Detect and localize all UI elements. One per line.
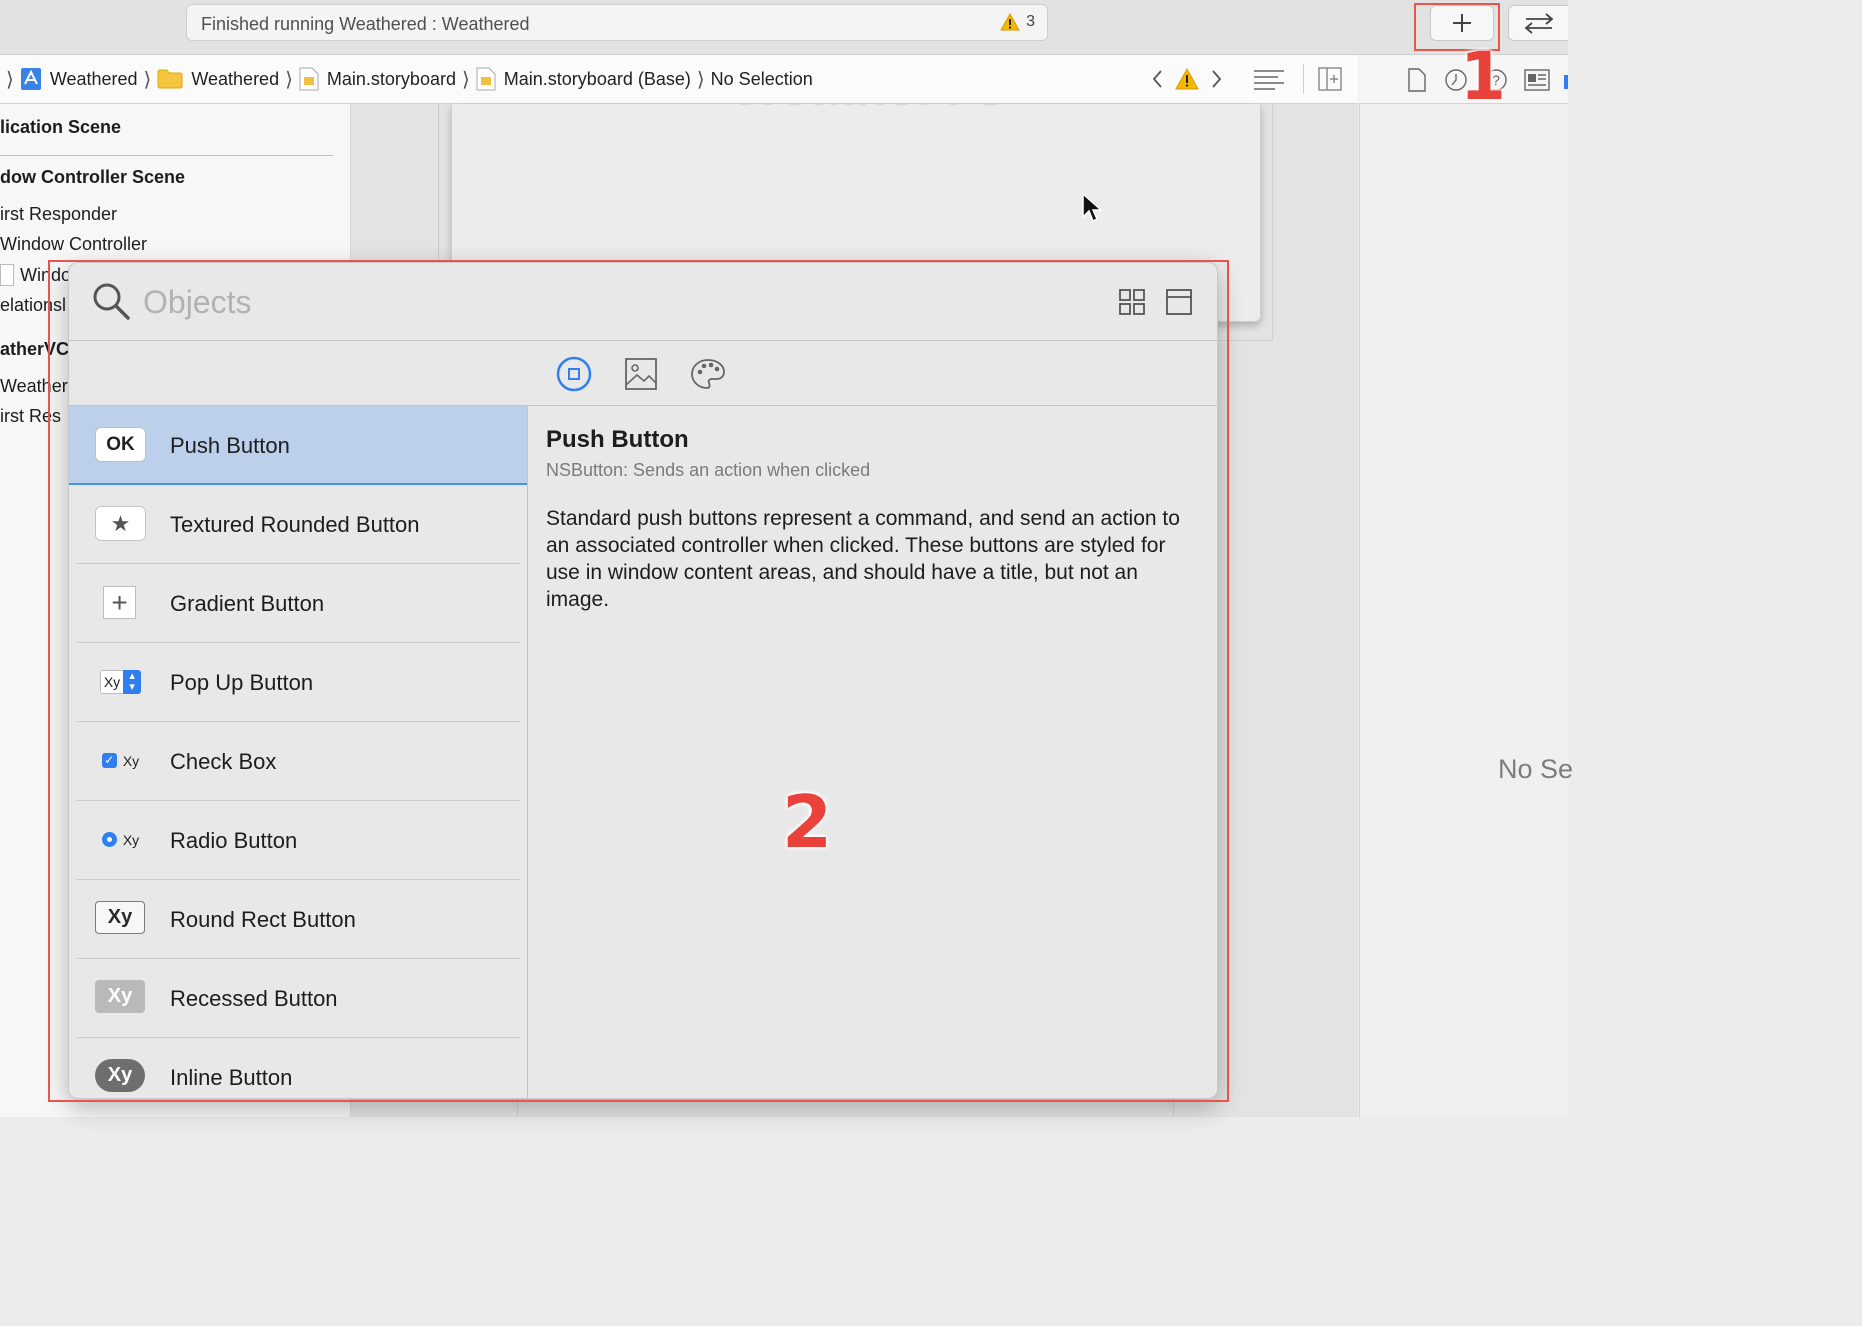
attributes-inspector-edge[interactable] [1564,75,1568,89]
outline-divider [0,155,333,156]
chevron-left-icon[interactable] [1149,68,1167,90]
breadcrumb-storyboard-base[interactable]: Main.storyboard (Base) [476,67,691,91]
jumpbar-controls [1149,55,1358,103]
breadcrumb-separator: ⟩ [461,68,470,91]
divider [1303,64,1304,94]
chevron-right-icon[interactable] [1207,68,1225,90]
annotation-label-1: 1 [1460,38,1506,115]
storyboard-file-icon [299,67,319,91]
breadcrumb-project[interactable]: Weathered [20,67,138,91]
breadcrumb-label: Weathered [49,68,138,89]
window-icon [0,264,14,286]
breadcrumb-label: Main.storyboard (Base) [503,68,691,89]
outline-application-scene[interactable]: lication Scene [0,117,121,138]
outline-window-controller[interactable]: Window Controller [0,234,147,255]
project-icon [20,68,41,90]
folder-icon [157,69,183,89]
no-selection-text: No Se [1498,754,1574,784]
jump-bar: ⟩ Weathered ⟩ Weathered ⟩ Main.storyboar… [0,55,1358,104]
annotation-label-2: 2 [782,780,833,864]
editor-options-icon[interactable] [1253,68,1285,90]
activity-status-text: Finished running Weathered : Weathered [201,14,530,34]
breadcrumb-separator: ⟩ [285,68,293,91]
scene-title: WeatherVC [732,104,1008,118]
breadcrumb-separator: ⟩ [6,68,14,91]
file-inspector-icon[interactable] [1407,68,1427,92]
mouse-cursor-icon [1082,193,1102,223]
breadcrumb: ⟩ Weathered ⟩ Weathered ⟩ Main.storyboar… [0,55,813,103]
breadcrumb-selection[interactable]: No Selection [711,69,813,90]
toolbar: Finished running Weathered : Weathered 3 [0,0,1568,55]
warning-indicator[interactable]: 3 [1000,13,1035,31]
warning-icon[interactable] [1175,68,1199,90]
breadcrumb-separator: ⟩ [696,68,705,91]
swap-editor-button[interactable] [1508,5,1568,41]
swap-arrows-icon [1524,13,1553,34]
breadcrumb-storyboard[interactable]: Main.storyboard [299,67,456,91]
add-editor-icon[interactable] [1318,67,1342,91]
identity-inspector-icon[interactable] [1524,69,1550,91]
outline-first-responder[interactable]: irst Responder [0,204,117,225]
storyboard-file-icon [476,67,496,91]
breadcrumb-separator: ⟩ [143,68,152,91]
breadcrumb-label: No Selection [710,68,813,89]
breadcrumb-folder[interactable]: Weathered [157,69,279,90]
breadcrumb-label: Main.storyboard [326,68,456,89]
inspector-pane: No Se [1359,104,1573,1117]
breadcrumb-label: Weathered [191,68,280,89]
outline-window-controller-scene[interactable]: dow Controller Scene [0,167,185,188]
warning-count: 3 [1026,13,1035,30]
annotation-box-2 [48,260,1229,1102]
canvas-guide [438,104,439,264]
warning-icon [1000,13,1020,31]
activity-viewer[interactable]: Finished running Weathered : Weathered 3 [186,4,1048,41]
